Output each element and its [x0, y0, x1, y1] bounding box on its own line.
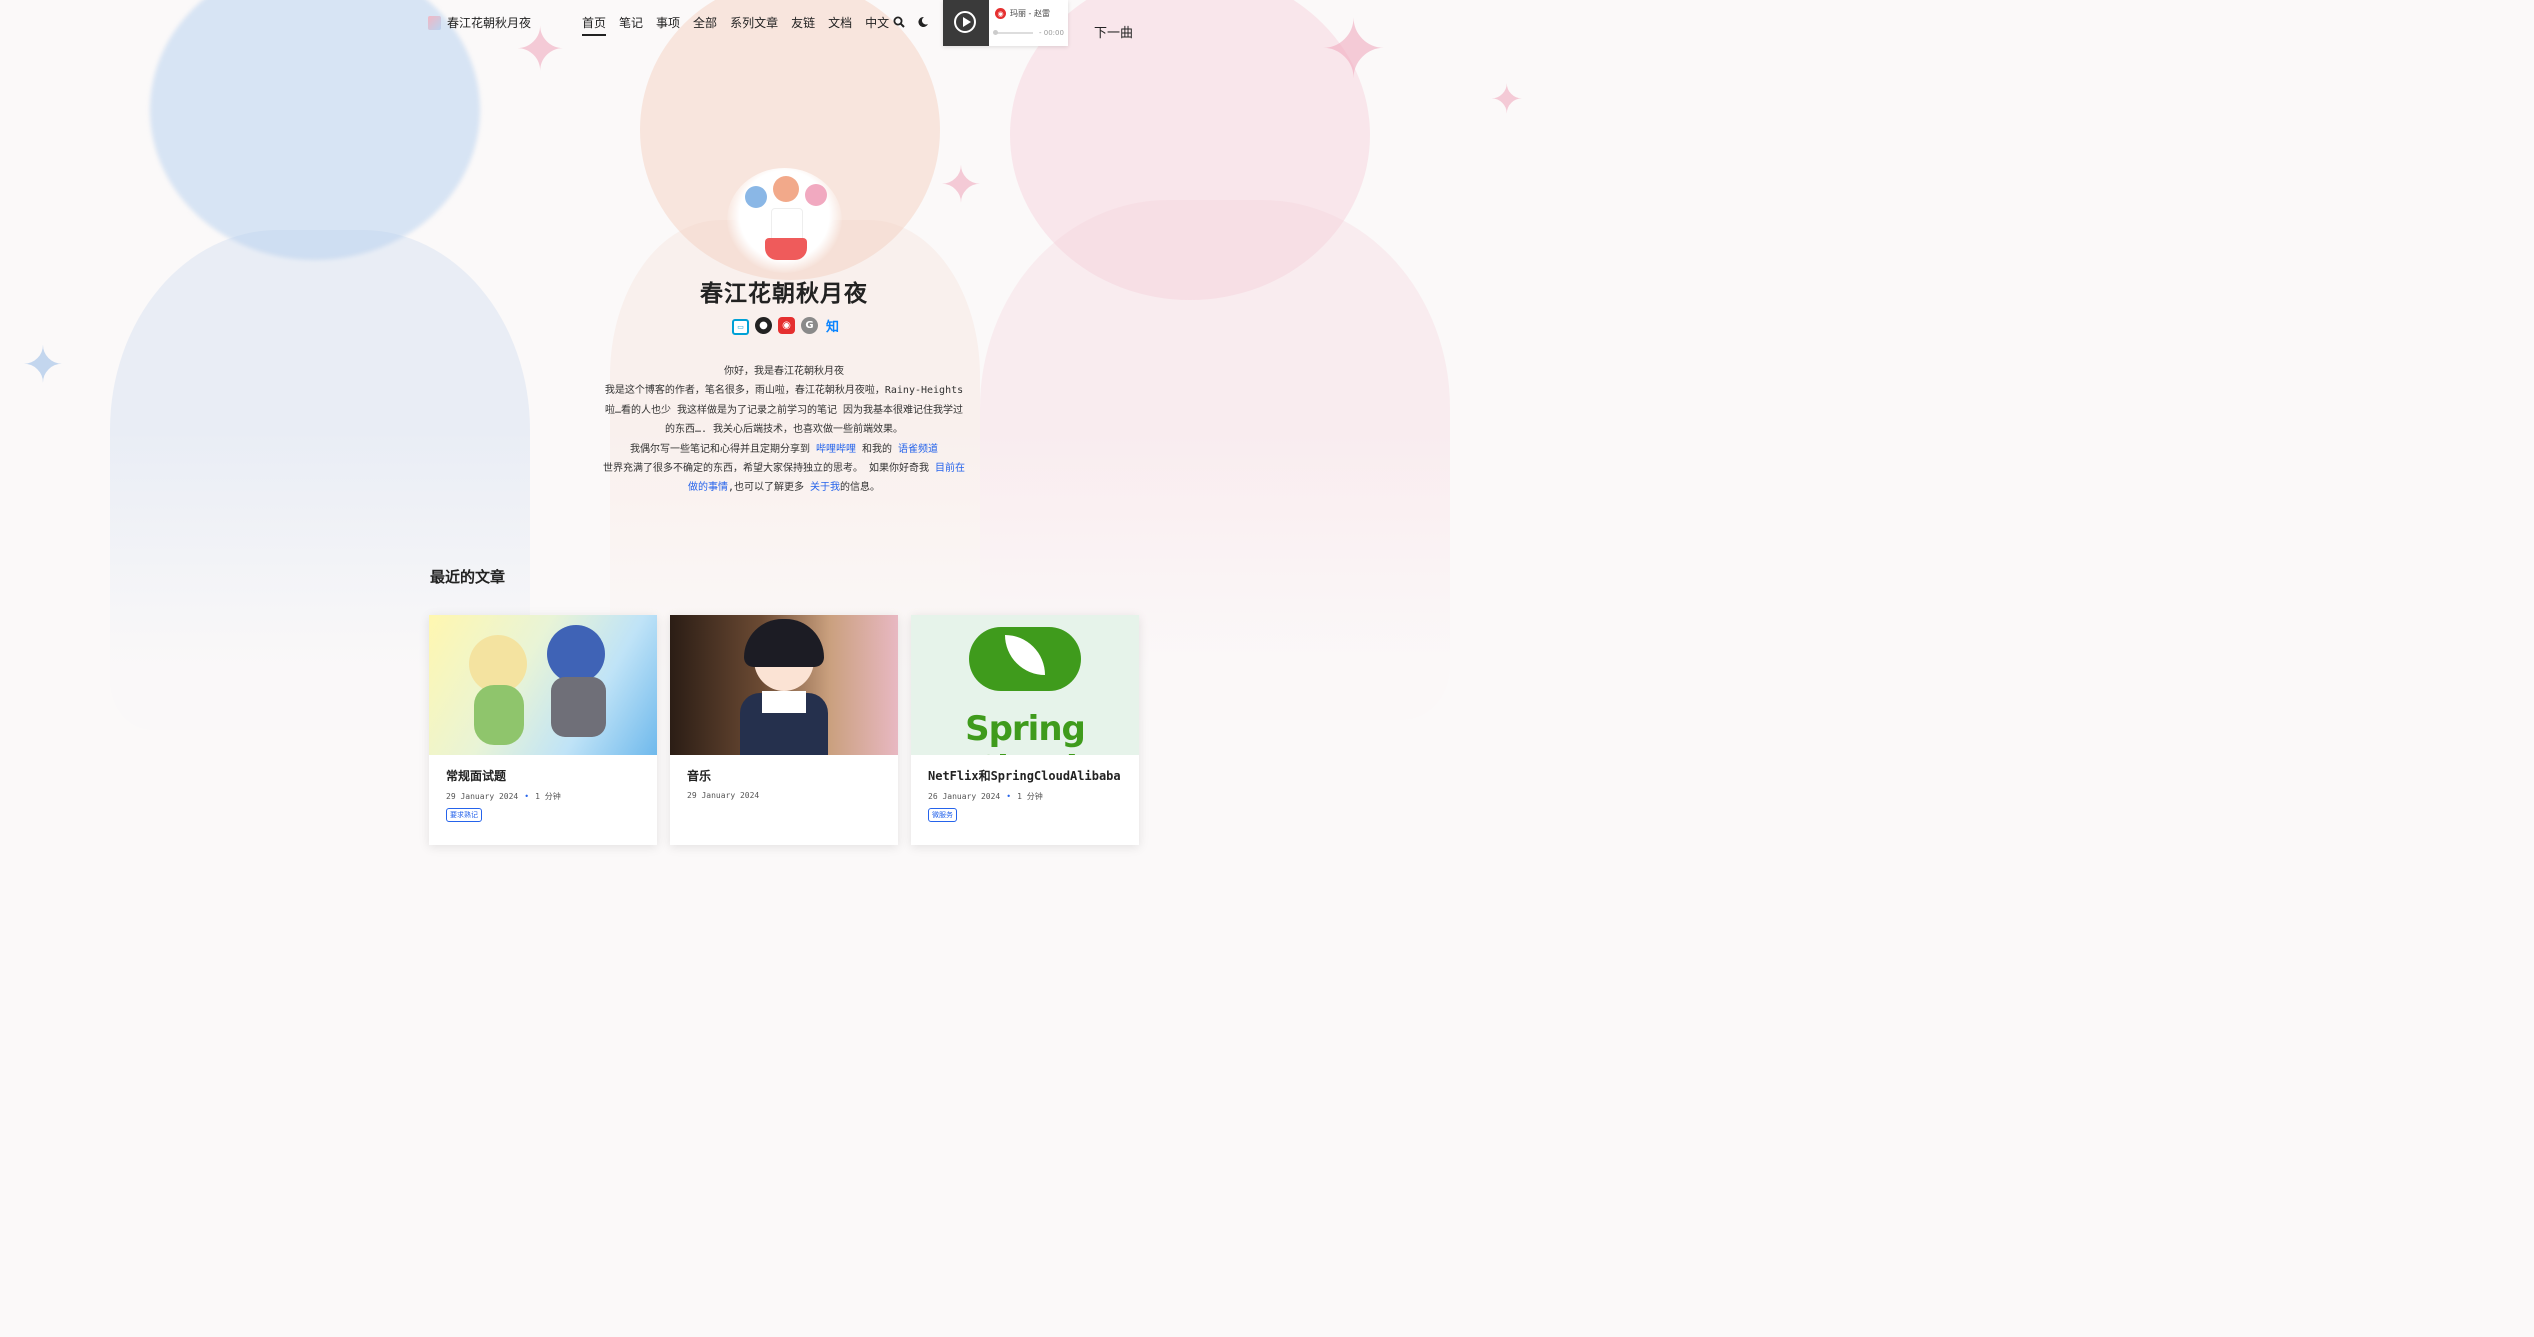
post-card[interactable]: 音乐 29 January 2024: [670, 615, 898, 845]
top-navbar: 春江花朝秋月夜 首页 笔记 事项 全部 系列文章 友链 文档 中文 ◉ 玛丽 -…: [0, 0, 1568, 46]
site-logo-icon: [428, 15, 441, 30]
post-meta: 26 January 2024 • 1 分钟: [928, 792, 1043, 801]
post-tag[interactable]: 要求熟记: [446, 808, 482, 822]
sparkle-icon: ✦: [1490, 77, 1524, 123]
gmail-icon[interactable]: G: [801, 317, 818, 334]
play-icon[interactable]: [954, 11, 976, 33]
intro-closing: 世界充满了很多不确定的东西，希望大家保持独立的思考。 如果你好奇我 目前在做的事…: [602, 463, 966, 494]
spring-cloud-logo-text: Spring Cloud: [965, 709, 1086, 755]
about-me-link[interactable]: 关于我: [810, 482, 840, 493]
moon-icon[interactable]: [917, 16, 929, 28]
post-meta: 29 January 2024: [687, 791, 881, 800]
main-nav: 首页 笔记 事项 全部 系列文章 友链 文档 中文: [582, 14, 902, 36]
post-date: 29 January 2024: [687, 791, 760, 800]
next-track-button[interactable]: 下一曲: [1094, 22, 1133, 41]
nav-item-series[interactable]: 系列文章: [730, 14, 778, 36]
song-title: 玛丽 - 赵雷: [1010, 9, 1050, 18]
nav-item-friends[interactable]: 友链: [791, 14, 815, 36]
netease-music-icon[interactable]: ◉: [778, 317, 795, 334]
post-title[interactable]: 音乐: [687, 767, 881, 784]
recent-posts-title: 最近的文章: [430, 568, 506, 586]
zhihu-icon[interactable]: 知: [824, 317, 841, 335]
nav-item-all[interactable]: 全部: [693, 14, 717, 36]
nav-item-language[interactable]: 中文: [865, 14, 889, 36]
post-list: 常规面试题 29 January 2024 • 1 分钟 要求熟记 音乐 29 Ja…: [429, 615, 1139, 845]
sparkle-icon: ✦: [22, 336, 64, 394]
post-card[interactable]: 常规面试题 29 January 2024 • 1 分钟 要求熟记: [429, 615, 657, 845]
nav-item-home[interactable]: 首页: [582, 14, 607, 36]
avatar: [727, 168, 842, 273]
progress-bar[interactable]: [993, 30, 1033, 35]
post-read-time: 1 分钟: [535, 792, 561, 801]
yuque-channel-link[interactable]: 语雀频道: [898, 444, 938, 455]
nav-item-docs[interactable]: 文档: [828, 14, 852, 36]
post-date: 26 January 2024: [928, 792, 1001, 801]
github-icon[interactable]: ●: [755, 317, 772, 334]
site-title: 春江花朝秋月夜: [700, 280, 868, 307]
post-cover-image: [670, 615, 898, 755]
sparkle-icon: ✦: [940, 156, 982, 214]
post-date: 29 January 2024: [446, 792, 519, 801]
bilibili-link[interactable]: 哔哩哔哩: [816, 444, 856, 455]
social-links: ▭ ● ◉ G 知: [732, 317, 841, 335]
post-card[interactable]: Spring Cloud NetFlix和SpringCloudAlibaba …: [911, 615, 1139, 845]
bilibili-icon[interactable]: ▭: [732, 319, 749, 335]
post-read-time: 1 分钟: [1017, 792, 1043, 801]
album-cover: [943, 0, 989, 46]
intro-paragraph: 我是这个博客的作者，笔名很多，雨山啦，春江花朝秋月夜啦，Rainy-Height…: [604, 385, 964, 436]
intro-text: 你好，我是春江花朝秋月夜 我是这个博客的作者，笔名很多，雨山啦，春江花朝秋月夜啦…: [600, 362, 968, 498]
music-player: ◉ 玛丽 - 赵雷 - 00:00: [943, 0, 1068, 46]
post-title[interactable]: NetFlix和SpringCloudAlibaba: [928, 767, 1122, 784]
brand-name: 春江花朝秋月夜: [447, 16, 532, 30]
post-cover-image: [429, 615, 657, 755]
post-tag[interactable]: 微服务: [928, 808, 957, 822]
search-icon[interactable]: [893, 16, 905, 28]
post-meta: 29 January 2024 • 1 分钟: [446, 792, 561, 801]
brand[interactable]: 春江花朝秋月夜: [428, 14, 531, 31]
post-title[interactable]: 常规面试题: [446, 767, 640, 784]
post-cover-image: Spring Cloud: [911, 615, 1139, 755]
song-time: - 00:00: [1039, 29, 1064, 37]
intro-greeting: 你好，我是春江花朝秋月夜: [724, 366, 844, 377]
nav-item-tasks[interactable]: 事项: [656, 14, 680, 36]
intro-share-line: 我偶尔写一些笔记和心得并且定期分享到 哔哩哔哩 和我的 语雀频道: [629, 443, 939, 455]
nav-item-notes[interactable]: 笔记: [619, 14, 643, 36]
netease-music-icon: ◉: [995, 8, 1006, 19]
